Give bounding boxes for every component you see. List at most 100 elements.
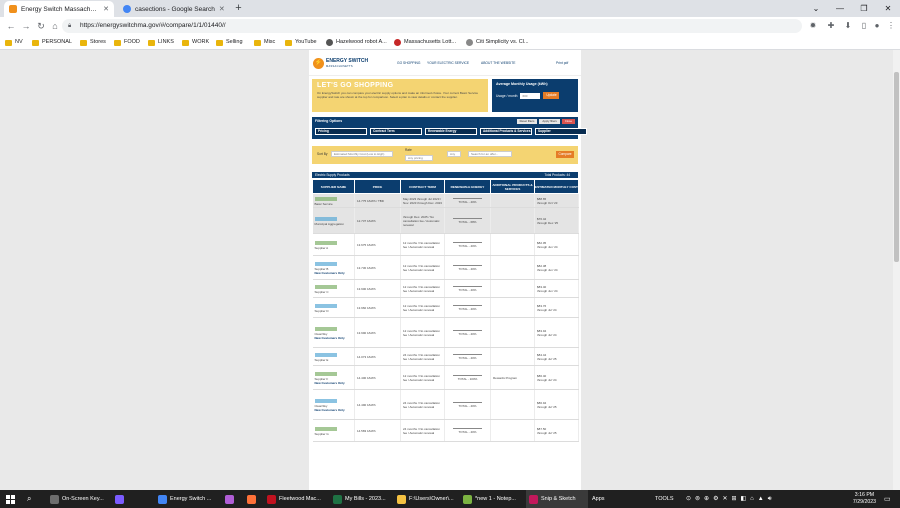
- apply-filters-button[interactable]: Apply filters: [539, 119, 560, 124]
- supplier-cell[interactable]: CleanSky New Customers Only: [312, 389, 355, 420]
- taskbar-app-4[interactable]: [244, 490, 260, 508]
- filter-supplier[interactable]: Supplier: [535, 128, 587, 135]
- nav-your-electric-service[interactable]: YOUR ELECTRIC SERVICE: [427, 61, 469, 65]
- col-renewable-energy[interactable]: RENEWABLE ENERGY: [444, 179, 491, 194]
- scrollbar-thumb[interactable]: [894, 72, 899, 262]
- search-icon[interactable]: ⌕: [27, 490, 31, 508]
- taskbar-app-7[interactable]: F:\Users\Owner\...: [394, 490, 456, 508]
- filter-contract-term[interactable]: Contract Term: [370, 128, 422, 135]
- table-row[interactable]: Supplier A 13.675 ¢/kWh 12 months / No can…: [312, 233, 579, 256]
- secondary-select[interactable]: Any: [447, 151, 461, 157]
- supplier-cell[interactable]: Municipal Aggregation: [312, 207, 355, 234]
- bookmark-folder-links[interactable]: LINKS: [148, 38, 174, 47]
- supplier-cell[interactable]: Supplier A: [312, 233, 355, 256]
- table-row[interactable]: Supplier D 13.960 ¢/kWh 12 months / No can…: [312, 297, 579, 318]
- bookmark-folder-selling[interactable]: Selling: [216, 38, 243, 47]
- close-icon[interactable]: ✕: [103, 5, 109, 13]
- tab-search-chevron-icon[interactable]: ⌄: [804, 0, 828, 17]
- sort-select[interactable]: Estimated Monthly Cost (Low to High): [331, 151, 393, 157]
- site-logo[interactable]: ⚡ ENERGY SWITCH MASSACHUSETTS: [313, 56, 369, 70]
- table-row[interactable]: Basic Service 14.775 ¢/kWh / TBD May 2023 …: [312, 193, 579, 208]
- puzzle-icon[interactable]: ✚: [826, 21, 836, 31]
- table-row[interactable]: Municipal Aggregation 12.737 ¢/kWh through…: [312, 207, 579, 234]
- minimize-icon[interactable]: —: [828, 0, 852, 17]
- table-row[interactable]: Supplier G 14.583 ¢/kWh 24 months / No can…: [312, 419, 579, 442]
- table-row[interactable]: Supplier B New Customers Only 13.730 ¢/kWh…: [312, 255, 579, 280]
- taskbar-app-3[interactable]: [222, 490, 238, 508]
- filter-additional-products[interactable]: Additional Products & Services: [480, 128, 532, 135]
- taskbar-app-5[interactable]: Fleetwood Mac...: [264, 490, 326, 508]
- col-supplier-name[interactable]: SUPPLIER NAME: [312, 179, 355, 194]
- supplier-cell[interactable]: CleanSky New Customers Only: [312, 317, 355, 348]
- nav-about-website[interactable]: ABOUT THE WEBSITE: [481, 61, 516, 65]
- close-filters-button[interactable]: Close: [561, 119, 575, 124]
- supplier-cell[interactable]: Supplier D: [312, 297, 355, 318]
- col-price[interactable]: PRICE: [354, 179, 401, 194]
- supplier-cell[interactable]: Supplier G: [312, 419, 355, 442]
- supplier-cell[interactable]: Supplier F New Customers Only: [312, 365, 355, 390]
- bookmark-folder-personal[interactable]: PERSONAL: [32, 38, 72, 47]
- back-arrow-icon[interactable]: ←: [5, 20, 17, 32]
- extension-icon[interactable]: ✹: [808, 21, 818, 31]
- rate-select[interactable]: Any pricing: [405, 155, 433, 161]
- bookmark-folder-youtube[interactable]: YouTube: [285, 38, 317, 47]
- close-icon[interactable]: ✕: [219, 5, 225, 13]
- taskbar-app-0[interactable]: On-Screen Key...: [47, 490, 109, 508]
- update-usage-button[interactable]: Update: [543, 92, 560, 99]
- tab-google-search[interactable]: casections - Google Search ✕: [118, 1, 228, 17]
- bookmark-folder-nv[interactable]: NV: [5, 38, 23, 47]
- supplier-cell[interactable]: Basic Service: [312, 193, 355, 208]
- col-contract-term[interactable]: CONTRACT TERM: [400, 179, 445, 194]
- bookmark-folder-food[interactable]: FOOD: [114, 38, 140, 47]
- supplier-cell[interactable]: Supplier B New Customers Only: [312, 255, 355, 280]
- sidebar-icon[interactable]: ▯: [859, 21, 869, 31]
- menu-kebab-icon[interactable]: ⋮: [886, 21, 896, 31]
- reload-icon[interactable]: ↻: [35, 20, 47, 32]
- compare-button[interactable]: Compare: [556, 151, 574, 158]
- supplier-cell[interactable]: Supplier E: [312, 347, 355, 366]
- usage-input[interactable]: 600: [520, 92, 541, 99]
- taskbar-app-6[interactable]: My Bills - 2023...: [330, 490, 390, 508]
- system-clock[interactable]: 3:16 PM 7/29/2023: [853, 492, 876, 506]
- taskbar-app-8[interactable]: *new 1 - Notep...: [460, 490, 522, 508]
- tray-icons[interactable]: ⊙⊚⊕⚙✕⊞◧⌂▲🔊︎: [686, 490, 776, 508]
- reset-filters-button[interactable]: Reset filters: [516, 119, 538, 124]
- bookmark-hazelwood[interactable]: Hazelwood robot A...: [326, 38, 387, 47]
- table-row[interactable]: Supplier C 13.900 ¢/kWh 12 months / No can…: [312, 279, 579, 298]
- taskbar-app-2[interactable]: Energy Switch ...: [155, 490, 219, 508]
- tab-energy-switch[interactable]: Energy Switch Massachusetts | Tr ✕: [4, 1, 114, 17]
- bookmark-folder-misc[interactable]: Misc: [254, 38, 275, 47]
- bookmark-folder-work[interactable]: WORK: [182, 38, 209, 47]
- filter-pricing[interactable]: Pricing: [315, 128, 367, 135]
- bookmark-folder-stores[interactable]: Stores: [80, 38, 106, 47]
- bookmark-mass-lottery[interactable]: Massachusetts Lott...: [394, 38, 456, 47]
- filter-renewable-energy[interactable]: Renewable Energy: [425, 128, 477, 135]
- download-icon[interactable]: ⬇: [843, 21, 853, 31]
- home-icon[interactable]: ⌂: [49, 20, 61, 32]
- address-bar[interactable]: 🔒︎ https://energyswitchma.gov/#/compare/…: [62, 19, 802, 33]
- col-additional-products[interactable]: ADDITIONAL PRODUCTS & SERVICES: [490, 179, 535, 194]
- col-estimated-cost[interactable]: ESTIMATED MONTHLY COST: [534, 179, 579, 194]
- tools-label[interactable]: TOOLS: [655, 490, 674, 508]
- table-row[interactable]: Supplier E 14.073 ¢/kWh 24 months / No can…: [312, 347, 579, 366]
- taskbar-app-1[interactable]: [112, 490, 126, 508]
- table-row[interactable]: CleanSky New Customers Only 14.490 ¢/kWh 24…: [312, 389, 579, 420]
- taskbar-app-9[interactable]: Snip & Sketch: [526, 490, 588, 508]
- nav-go-shopping[interactable]: GO SHOPPING: [397, 61, 420, 65]
- table-row[interactable]: Supplier F New Customers Only 14.400 ¢/kWh…: [312, 365, 579, 390]
- close-window-icon[interactable]: ✕: [876, 0, 900, 17]
- renewable-cell: TOTAL - 40%: [444, 233, 491, 256]
- supplier-cell[interactable]: Supplier C: [312, 279, 355, 298]
- new-tab-button[interactable]: +: [232, 2, 245, 15]
- maximize-icon[interactable]: ❐: [852, 0, 876, 17]
- apps-label[interactable]: Apps: [592, 490, 605, 508]
- bookmark-citi[interactable]: Citi Simplicity vs. Cl...: [466, 38, 529, 47]
- profile-icon[interactable]: ●: [872, 21, 882, 31]
- page-scrollbar[interactable]: [893, 50, 900, 490]
- forward-arrow-icon[interactable]: →: [20, 20, 32, 32]
- notification-icon[interactable]: ▭: [884, 490, 891, 508]
- search-offer-input[interactable]: Search for an offer...: [468, 151, 512, 157]
- start-button[interactable]: [6, 490, 15, 508]
- print-pdf-link[interactable]: Print pdf: [556, 61, 568, 65]
- table-row[interactable]: CleanSky New Customers Only 13.990 ¢/kWh 12…: [312, 317, 579, 348]
